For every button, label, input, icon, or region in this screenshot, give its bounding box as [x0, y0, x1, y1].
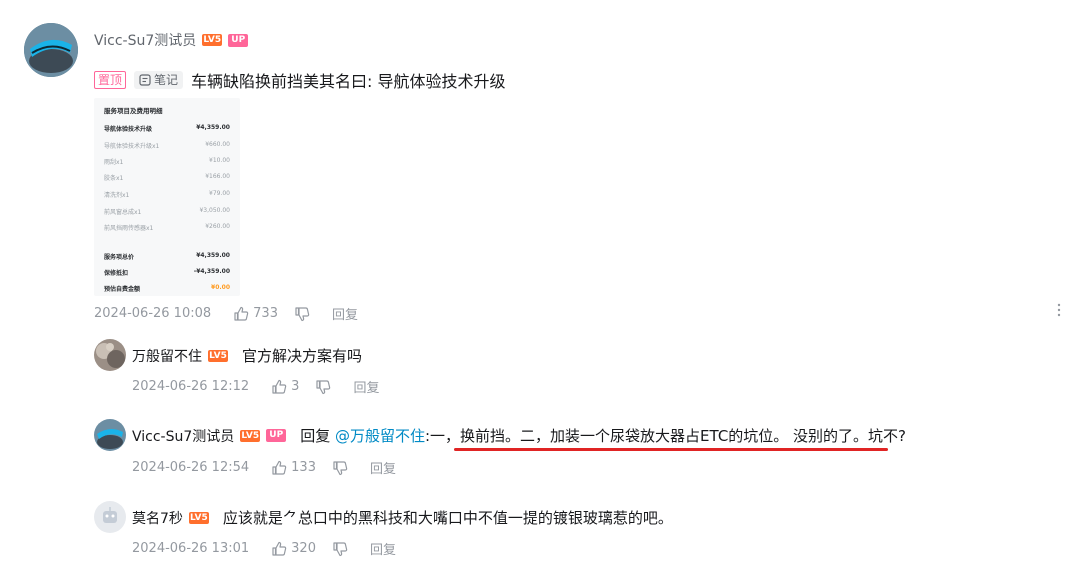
- username[interactable]: Vicc-Su7测试员: [94, 30, 196, 50]
- reply-date: 2024-06-26 12:12: [132, 379, 250, 394]
- reply-prefix: 回复: [300, 427, 331, 445]
- comment-image[interactable]: 服务项目及费用明细 导航体验技术升级 ¥4,359.00 导航体验技术升级x1 ¥6…: [94, 98, 240, 296]
- reply-date: 2024-06-26 13:01: [132, 541, 250, 556]
- reply-text: 回复 @万般留不住:一，换前挡。二，加装一个尿袋放大器占ETC的坑位。 没别的了…: [300, 425, 906, 446]
- more-vertical-icon: [1057, 303, 1061, 317]
- receipt-item-label: 清洗剂x1: [104, 192, 130, 199]
- receipt-item-label: 前风窗总成x1: [104, 209, 142, 216]
- level-badge: LV5: [188, 511, 209, 524]
- dislike-button[interactable]: [294, 306, 310, 322]
- avatar[interactable]: [94, 419, 126, 451]
- like-count: 733: [253, 306, 278, 321]
- level-badge: LV5: [208, 349, 228, 362]
- dislike-button[interactable]: [332, 460, 348, 476]
- receipt-item-value: ¥260.00: [205, 223, 230, 230]
- like-count: 320: [291, 541, 316, 556]
- thumb-down-icon: [295, 306, 310, 321]
- dislike-button[interactable]: [332, 541, 348, 557]
- mention-link[interactable]: @万般留不住: [335, 427, 425, 445]
- username[interactable]: Vicc-Su7测试员: [132, 426, 234, 446]
- receipt-summary-value: ¥0.00: [211, 284, 230, 291]
- comment-text: 车辆缺陷换前挡美其名曰: 导航体验技术升级: [191, 72, 506, 91]
- receipt-item-label: 前风挡雨传感器x1: [104, 225, 154, 232]
- highlight-underline: [454, 448, 888, 451]
- reply-body: :一，换前挡。二，加装一个尿袋放大器占ETC的坑位。 没别的了。坑不?: [425, 427, 907, 445]
- like-count: 133: [291, 460, 316, 475]
- comment-date: 2024-06-26 10:08: [94, 306, 212, 321]
- like-count: 3: [291, 379, 300, 394]
- avatar[interactable]: [94, 501, 126, 533]
- up-badge: UP: [228, 33, 249, 47]
- reply-button[interactable]: 回复: [332, 304, 358, 323]
- note-label: 笔记: [154, 73, 179, 87]
- receipt-item-value: ¥4,359.00: [196, 124, 230, 131]
- thumb-down-icon: [333, 541, 348, 556]
- avatar[interactable]: [24, 23, 78, 77]
- thumb-down-icon: [333, 460, 348, 475]
- thumb-up-icon: [234, 306, 249, 321]
- receipt-item-value: ¥3,050.00: [199, 207, 230, 214]
- more-button[interactable]: [1054, 302, 1064, 322]
- receipt-item-value: ¥10.00: [209, 157, 230, 164]
- receipt-summary-value: ¥4,359.00: [196, 252, 230, 259]
- thumb-up-icon: [272, 541, 287, 556]
- reply-button[interactable]: 回复: [370, 539, 396, 558]
- up-badge: UP: [266, 429, 287, 442]
- note-tag[interactable]: 笔记: [134, 71, 184, 89]
- thumb-up-icon: [272, 460, 287, 475]
- like-button[interactable]: 3: [271, 379, 299, 395]
- level-badge: LV5: [202, 34, 223, 46]
- username[interactable]: 万般留不住: [132, 346, 202, 366]
- like-button[interactable]: 133: [271, 460, 316, 476]
- note-icon: [139, 74, 151, 86]
- like-button[interactable]: 320: [271, 541, 316, 557]
- reply-date: 2024-06-26 12:54: [132, 460, 250, 475]
- receipt-item-value: ¥166.00: [205, 173, 230, 180]
- receipt-summary-label: 服务项总价: [104, 254, 135, 261]
- receipt-item-value: ¥660.00: [205, 141, 230, 148]
- dislike-button[interactable]: [315, 379, 331, 395]
- reply-button[interactable]: 回复: [370, 458, 396, 477]
- level-badge: LV5: [240, 429, 261, 442]
- receipt-item-value: ¥79.00: [209, 190, 230, 197]
- thumb-up-icon: [272, 379, 287, 394]
- like-button[interactable]: 733: [233, 306, 278, 322]
- reply-text: 应该就是⺈总口中的黑科技和大嘴口中不值一提的镀银玻璃惹的吧。: [222, 509, 673, 527]
- receipt-summary-label: 保修抵扣: [104, 270, 129, 277]
- receipt-title: 服务项目及费用明细: [104, 107, 163, 115]
- receipt-item-label: 导航体验技术升级x1: [104, 143, 160, 150]
- avatar[interactable]: [94, 339, 126, 371]
- reply-text: 官方解决方案有吗: [242, 347, 363, 365]
- receipt-summary-value: -¥4,359.00: [193, 268, 230, 275]
- receipt-item-label: 胶条x1: [104, 175, 124, 182]
- pinned-badge: 置顶: [94, 71, 127, 89]
- username[interactable]: 莫名7秒: [132, 508, 183, 528]
- receipt-item-label: 雨刮x1: [104, 159, 124, 166]
- reply-button[interactable]: 回复: [353, 377, 379, 396]
- receipt-item-label: 导航体验技术升级: [104, 126, 153, 133]
- thumb-down-icon: [316, 379, 331, 394]
- receipt-summary-label: 预估自费金额: [104, 286, 141, 293]
